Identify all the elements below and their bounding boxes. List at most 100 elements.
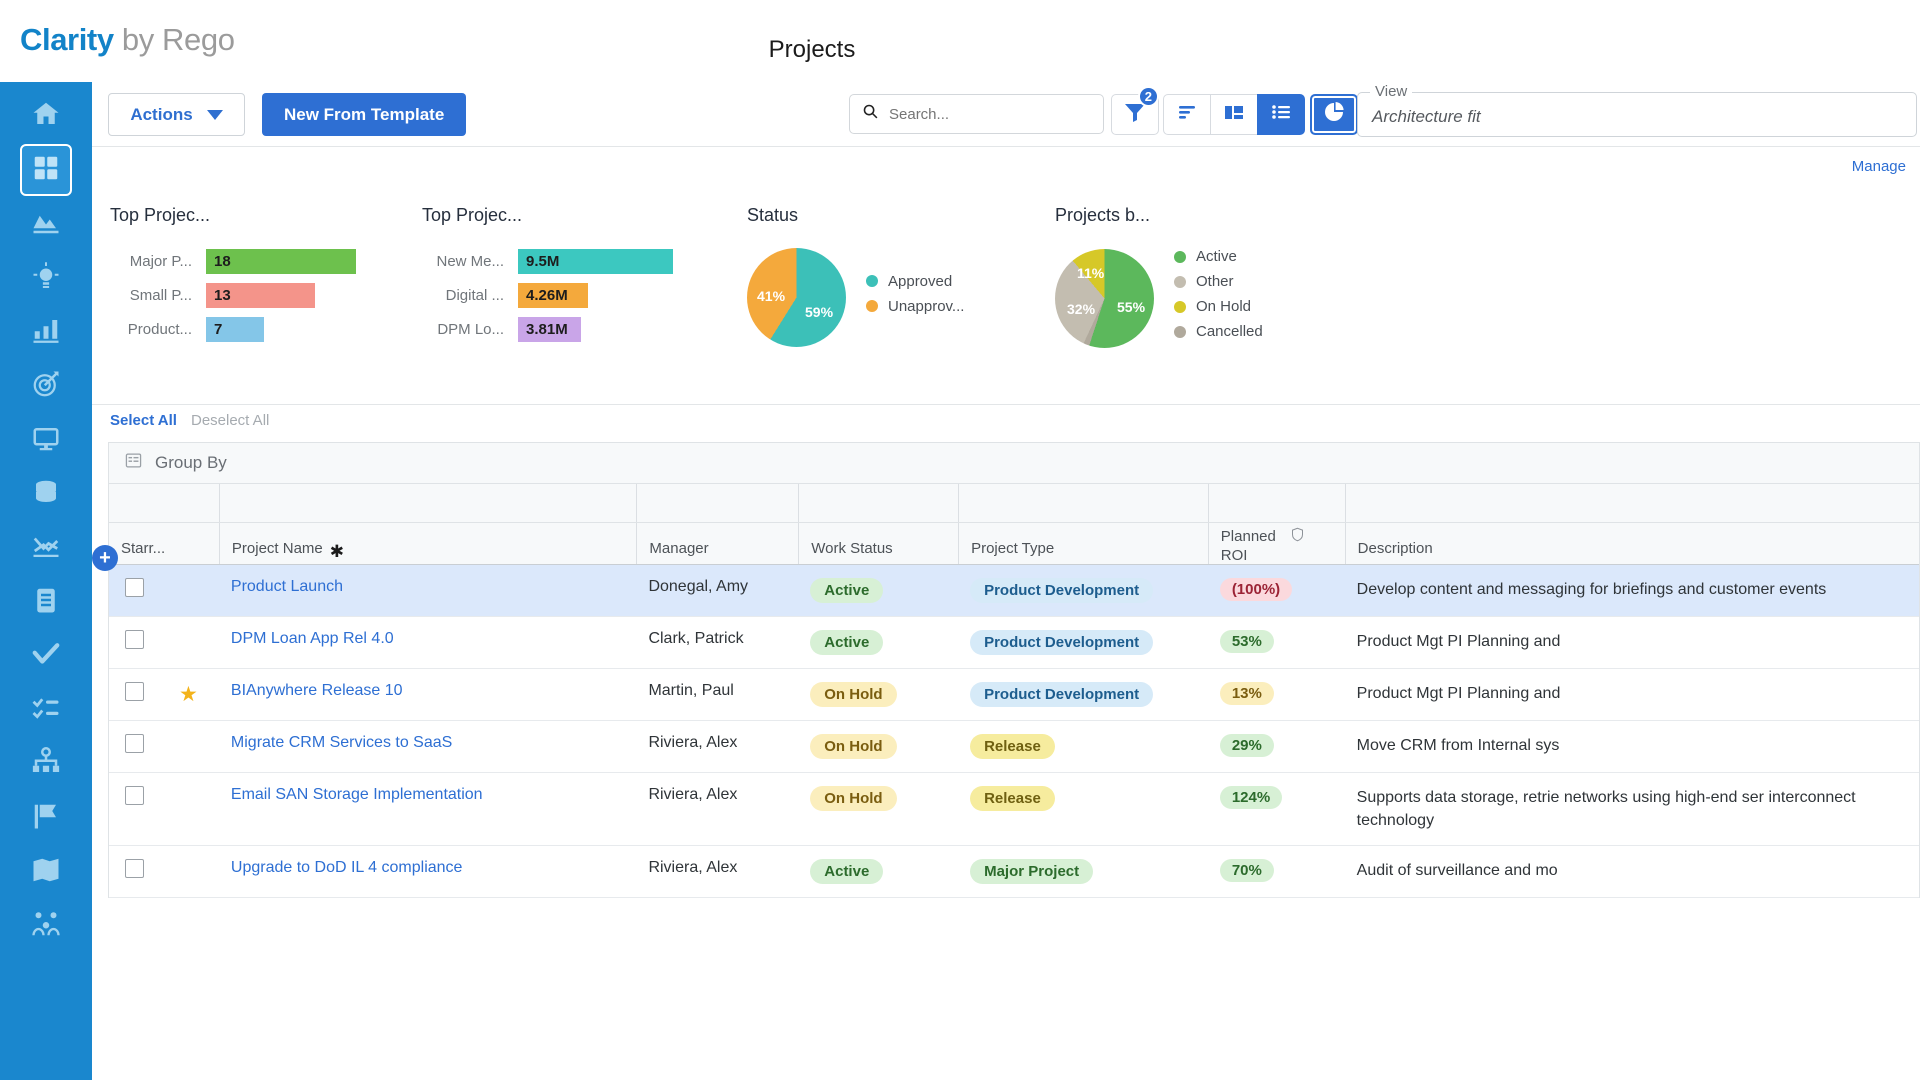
row-star-cell[interactable] (167, 617, 219, 643)
row-star-cell[interactable] (167, 773, 219, 799)
group-by-icon (125, 452, 142, 474)
row-checkbox-cell[interactable] (109, 773, 167, 823)
row-checkbox[interactable] (125, 786, 144, 805)
sidebar-item-boards[interactable] (20, 792, 72, 844)
row-project-name-cell[interactable]: Email SAN Storage Implementation (219, 773, 637, 817)
row-star-cell[interactable] (167, 565, 219, 591)
row-checkbox-cell[interactable] (109, 846, 167, 896)
column-label: Project Name (231, 540, 323, 557)
sidebar-item-resources[interactable] (20, 900, 72, 952)
row-star-cell[interactable] (167, 846, 219, 872)
filter-cell[interactable] (109, 484, 219, 522)
sidebar-item-todo[interactable] (20, 684, 72, 736)
legend-swatch (1174, 325, 1186, 338)
project-name-link[interactable]: Product Launch (231, 578, 343, 595)
actions-button[interactable]: Actions (108, 93, 245, 136)
row-description-cell: Product Mgt PI Planning and (1356, 633, 1561, 650)
project-name-link[interactable]: Migrate CRM Services to SaaS (231, 734, 452, 751)
filter-button[interactable]: 2 (1111, 86, 1159, 135)
column-header-description[interactable]: Description (1344, 523, 1919, 564)
table-row[interactable]: ★ BIAnywhere Release 10 Martin, Paul On … (109, 669, 1919, 721)
bar-label: Major P... (129, 253, 192, 270)
filter-cell[interactable] (1344, 484, 1919, 522)
row-checkbox-cell[interactable] (109, 617, 167, 667)
roi-badge: 124% (1219, 786, 1283, 809)
pie-graphic: 55% 32% 11% (1055, 248, 1154, 348)
column-header-starred[interactable]: Starr... (109, 523, 219, 564)
table-row[interactable]: DPM Loan App Rel 4.0 Clark, Patrick Acti… (109, 617, 1919, 669)
row-checkbox[interactable] (125, 630, 144, 649)
search-box[interactable] (849, 94, 1104, 134)
row-project-name-cell[interactable]: BIAnywhere Release 10 (219, 669, 637, 713)
table-row[interactable]: Migrate CRM Services to SaaS Riviera, Al… (109, 721, 1919, 773)
sidebar-item-tasks[interactable] (20, 576, 72, 628)
add-row-button[interactable]: + (92, 545, 118, 571)
project-name-link[interactable]: Email SAN Storage Implementation (231, 786, 483, 803)
sidebar-item-roadmaps[interactable] (20, 198, 72, 250)
sidebar-item-approvals[interactable] (20, 630, 72, 682)
search-input[interactable] (889, 105, 1079, 123)
row-project-name-cell[interactable]: DPM Loan App Rel 4.0 (219, 617, 637, 661)
row-checkbox[interactable] (125, 682, 144, 701)
table-row[interactable]: Email SAN Storage Implementation Riviera… (109, 773, 1919, 846)
row-description-cell: Move CRM from Internal sys (1356, 737, 1560, 754)
filter-cell[interactable] (798, 484, 958, 522)
bar-value: 9.5M (518, 249, 673, 274)
row-checkbox-cell[interactable] (109, 721, 167, 771)
row-checkbox[interactable] (125, 734, 144, 753)
sidebar-item-org[interactable] (20, 738, 72, 790)
row-checkbox[interactable] (125, 859, 144, 878)
group-by-bar[interactable]: Group By (109, 443, 1919, 484)
row-checkbox-cell[interactable] (109, 565, 167, 615)
column-header-manager[interactable]: Manager (636, 523, 798, 564)
sort-button[interactable] (1163, 94, 1211, 135)
row-star-cell[interactable]: ★ (167, 669, 219, 720)
chart-view-button[interactable] (1310, 94, 1358, 135)
view-selector[interactable]: View Architecture fit (1357, 83, 1917, 137)
sidebar-item-maps[interactable] (20, 846, 72, 898)
star-icon[interactable]: ★ (179, 683, 198, 706)
database-icon (31, 477, 61, 512)
table-row[interactable]: Product Launch Donegal, Amy Active Produ… (109, 565, 1919, 617)
sidebar-item-data[interactable] (20, 468, 72, 520)
row-roi-cell: 13% (1208, 669, 1345, 718)
legend-label: Active (1196, 248, 1237, 265)
sidebar-item-home[interactable] (20, 90, 72, 142)
project-name-link[interactable]: Upgrade to DoD IL 4 compliance (231, 859, 463, 876)
new-from-template-button[interactable]: New From Template (262, 93, 467, 136)
column-header-work-status[interactable]: Work Status (798, 523, 958, 564)
pie-slice-label: 11% (1077, 264, 1105, 281)
table-row[interactable]: Upgrade to DoD IL 4 compliance Riviera, … (109, 846, 1919, 898)
sidebar-item-goals[interactable] (20, 360, 72, 412)
select-all-link[interactable]: Select All (110, 412, 177, 429)
filter-cell[interactable] (218, 484, 637, 522)
row-checkbox[interactable] (125, 578, 144, 597)
row-checkbox-cell[interactable] (109, 669, 167, 719)
project-name-link[interactable]: DPM Loan App Rel 4.0 (231, 630, 394, 647)
type-badge: Product Development (970, 630, 1154, 655)
row-project-name-cell[interactable]: Upgrade to DoD IL 4 compliance (219, 846, 637, 890)
list-view-button[interactable] (1257, 94, 1305, 135)
project-name-link[interactable]: BIAnywhere Release 10 (231, 682, 403, 699)
board-view-button[interactable] (1210, 94, 1258, 135)
row-project-name-cell[interactable]: Migrate CRM Services to SaaS (219, 721, 637, 765)
filter-cell[interactable] (958, 484, 1208, 522)
filter-cell[interactable] (636, 484, 798, 522)
sidebar-item-analytics[interactable] (20, 522, 72, 574)
column-header-planned-roi[interactable]: Planned ROI (1207, 523, 1345, 564)
row-manager-cell: Riviera, Alex (648, 859, 738, 876)
shield-icon (1290, 527, 1305, 546)
column-header-project-type[interactable]: Project Type (958, 523, 1208, 564)
manage-link[interactable]: Manage (1852, 158, 1906, 175)
row-star-cell[interactable] (167, 721, 219, 747)
deselect-all-link[interactable]: Deselect All (191, 412, 269, 429)
sidebar-item-projects[interactable] (20, 144, 72, 196)
sidebar-item-dashboards[interactable] (20, 414, 72, 466)
view-label: View (1370, 83, 1413, 100)
filter-cell[interactable] (1207, 484, 1345, 522)
sidebar-item-reports[interactable] (20, 306, 72, 358)
chevron-down-icon (206, 109, 223, 120)
row-project-name-cell[interactable]: Product Launch (219, 565, 637, 609)
column-header-project-name[interactable]: Project Name ✱ (218, 523, 637, 564)
sidebar-item-ideas[interactable] (20, 252, 72, 304)
